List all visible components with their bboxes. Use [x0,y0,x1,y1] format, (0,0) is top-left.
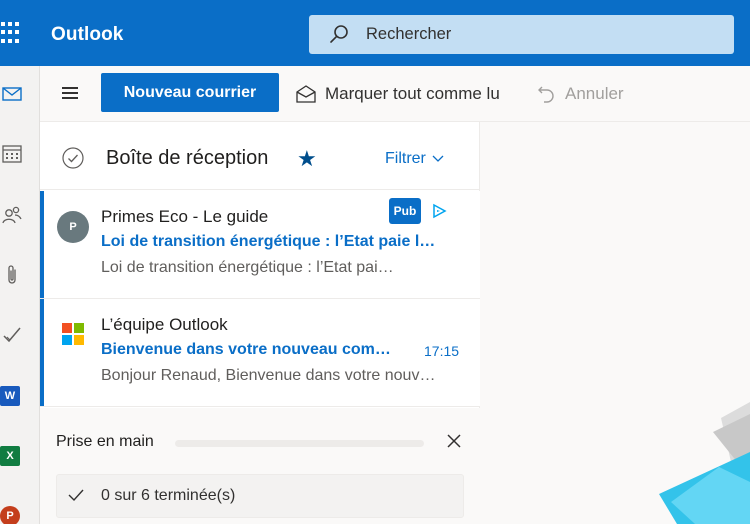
undo-label: Annuler [565,84,624,103]
message-item[interactable]: P Primes Eco - Le guide Pub Loi de trans… [40,191,480,299]
people-icon[interactable] [0,204,24,226]
ad-info-icon[interactable] [431,203,447,219]
getting-started-status-card[interactable]: 0 sur 6 terminée(s) [56,474,464,518]
favorite-star-icon[interactable]: ★ [297,146,317,172]
getting-started-status: 0 sur 6 terminée(s) [101,487,236,504]
command-bar: Nouveau courrier Marquer tout comme lu A… [40,66,750,122]
mail-icon[interactable] [0,83,24,105]
getting-started-panel: Prise en main 0 sur 6 terminée(s) [40,408,480,524]
getting-started-progress-bar [175,440,424,447]
unread-indicator [40,191,44,298]
todo-icon[interactable] [0,324,24,346]
word-icon[interactable]: W [0,386,20,406]
undo-button[interactable]: Annuler [537,83,624,105]
message-preview: Loi de transition énergétique : l’Etat p… [101,259,394,276]
unread-indicator [40,299,44,406]
folder-title: Boîte de réception [106,147,269,169]
close-icon[interactable] [445,432,463,450]
search-icon [330,25,348,43]
ad-badge: Pub [389,198,421,224]
search-placeholder: Rechercher [366,25,452,43]
select-all-icon[interactable] [62,147,84,169]
app-rail: W X P [0,66,40,524]
mark-all-read-button[interactable]: Marquer tout comme lu [296,83,500,105]
new-mail-button[interactable]: Nouveau courrier [101,73,279,112]
getting-started-title: Prise en main [56,433,154,450]
message-time: 17:15 [424,343,460,359]
empty-state-illustration [659,402,750,524]
undo-icon [538,86,554,103]
envelope-open-icon [296,85,316,103]
powerpoint-icon-letter: P [6,510,14,522]
search-box[interactable]: Rechercher [309,15,734,54]
folder-header: Boîte de réception ★ Filtrer [40,122,480,190]
message-item[interactable]: L’équipe Outlook Bienvenue dans votre no… [40,299,480,407]
powerpoint-icon[interactable]: P [0,506,20,524]
reading-pane [481,122,750,524]
app-title[interactable]: Outlook [51,24,123,46]
app-launcher-icon[interactable] [0,22,22,44]
hamburger-menu-icon[interactable] [62,87,80,101]
microsoft-logo-icon [62,323,84,345]
excel-icon-letter: X [6,450,14,462]
top-bar: Outlook Rechercher [0,0,750,66]
excel-icon[interactable]: X [0,446,20,466]
word-icon-letter: W [4,390,16,402]
mark-all-read-label: Marquer tout comme lu [325,84,500,103]
checkmark-icon [68,489,84,502]
message-sender: L’équipe Outlook [101,315,228,334]
attachment-icon[interactable] [0,264,24,286]
message-sender: Primes Eco - Le guide [101,207,269,226]
message-list-pane: Boîte de réception ★ Filtrer P Primes Ec… [40,122,480,524]
avatar: P [57,211,89,243]
calendar-icon[interactable] [0,143,24,165]
filter-button[interactable]: Filtrer [385,150,444,168]
filter-label: Filtrer [385,150,426,167]
chevron-down-icon [432,155,444,162]
message-subject: Bienvenue dans votre nouveau com… [101,341,391,358]
message-subject: Loi de transition énergétique : l’Etat p… [101,233,436,250]
message-preview: Bonjour Renaud, Bienvenue dans votre nou… [101,367,436,384]
